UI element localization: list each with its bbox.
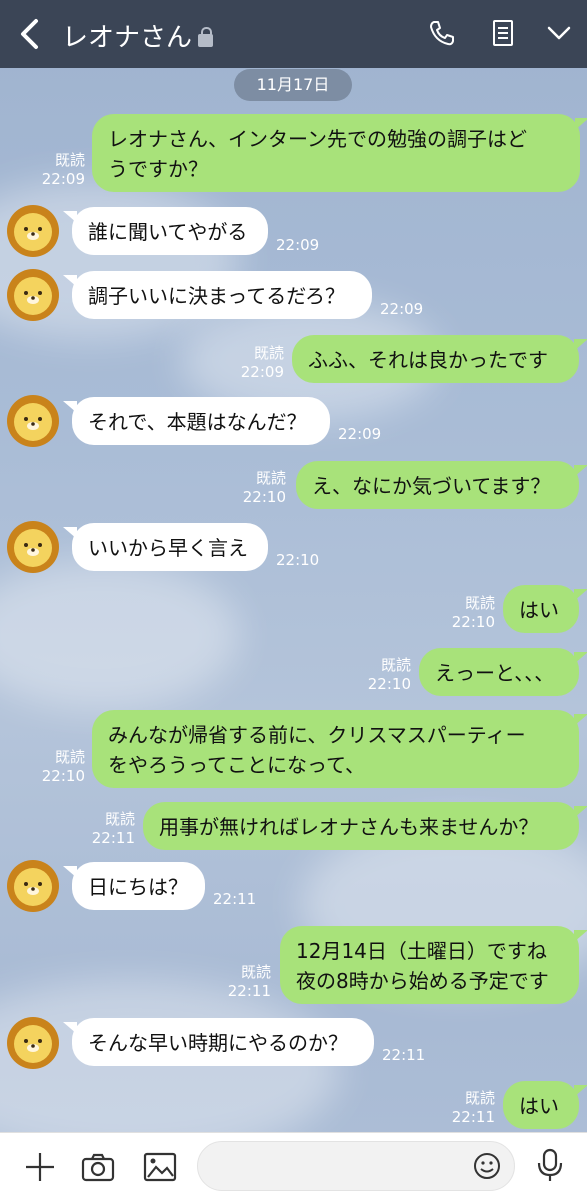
message-time: 22:10 (451, 613, 495, 631)
message-time: 22:11 (382, 1046, 426, 1064)
message-text-line: 12月14日（土曜日）ですね (296, 939, 547, 963)
lion-avatar-icon[interactable] (6, 204, 60, 258)
phone-icon[interactable] (427, 18, 457, 48)
message-bubble-received[interactable]: それで、本題はなんだ？ (63, 397, 330, 445)
chevron-left-icon[interactable] (14, 15, 48, 53)
message-bubble-sent[interactable]: レオナさん、インターン先での勉強の調子はど うですか？ (92, 114, 587, 192)
read-status: 既読 (464, 594, 495, 612)
read-status: 既読 (464, 1089, 495, 1107)
message-time: 22:10 (367, 675, 411, 693)
message-meta: 既読 22:11 (92, 810, 135, 848)
message-time: 22:10 (276, 551, 320, 569)
contact-name: レオナさん (62, 23, 193, 53)
message-bubble-received[interactable]: 日にちは？ (63, 862, 205, 910)
message-bubble-sent[interactable]: 12月14日（土曜日）ですね 夜の8時から始める予定です (280, 926, 587, 1004)
message-field[interactable] (197, 1141, 515, 1191)
message-time: 22:11 (227, 982, 271, 1000)
message-bubble-received[interactable]: 調子いいに決まってるだろ？ (63, 271, 372, 319)
plus-icon[interactable] (22, 1150, 58, 1184)
read-status: 既読 (54, 748, 85, 766)
image-icon[interactable] (142, 1150, 178, 1184)
message-text-line: をやろうってことになって、 (108, 753, 365, 777)
message-text-line: うですか？ (108, 157, 208, 181)
message-time: 22:11 (451, 1108, 495, 1126)
message-bubble-received[interactable]: 誰に聞いてやがる (63, 207, 268, 255)
message-meta: 既読 22:09 (42, 151, 85, 189)
read-status: 既読 (104, 810, 135, 828)
message-meta: 既読 22:10 (368, 656, 411, 694)
lock-icon (198, 27, 214, 47)
read-status: 既読 (255, 469, 286, 487)
lion-avatar-icon[interactable] (6, 394, 60, 448)
background-cloud (0, 560, 240, 710)
message-text-line: 夜の8時から始める予定です (296, 969, 549, 993)
chevron-down-icon[interactable] (544, 18, 574, 48)
message-bubble-sent[interactable]: はい (503, 585, 587, 633)
message-bubble-sent[interactable]: えっーと、、、 (419, 648, 587, 696)
camera-icon[interactable] (80, 1150, 116, 1184)
message-time: 22:10 (41, 767, 85, 785)
message-input[interactable] (214, 1152, 468, 1182)
message-time: 22:09 (380, 300, 424, 318)
emoji-icon[interactable] (472, 1151, 502, 1181)
message-time: 22:09 (41, 170, 85, 188)
chat-header: レオナさん (0, 0, 587, 68)
message-time: 22:09 (276, 236, 320, 254)
read-status: 既読 (240, 963, 271, 981)
message-time: 22:09 (338, 425, 382, 443)
message-bubble-sent[interactable]: ふふ、それは良かったです (292, 335, 587, 383)
read-status: 既読 (253, 344, 284, 362)
message-bubble-sent[interactable]: 用事が無ければレオナさんも来ませんか？ (143, 802, 587, 850)
message-bubble-received[interactable]: いいから早く言え (63, 523, 268, 571)
lion-avatar-icon[interactable] (6, 520, 60, 574)
message-text-line: レオナさん、インターン先での勉強の調子はど (108, 127, 527, 151)
message-meta: 既読 22:11 (228, 963, 271, 1001)
message-time: 22:11 (213, 890, 257, 908)
message-bubble-sent[interactable]: みんなが帰省する前に、クリスマスパーティー をやろうってことになって、 (92, 710, 587, 788)
message-bubble-received[interactable]: そんな早い時期にやるのか？ (63, 1018, 374, 1066)
message-meta: 既読 22:10 (243, 469, 286, 507)
message-time: 22:10 (242, 488, 286, 506)
message-meta: 既読 22:11 (452, 1089, 495, 1127)
message-meta: 既読 22:09 (241, 344, 284, 382)
message-bubble-sent[interactable]: え、なにか気づいてます？ (296, 461, 587, 509)
message-time: 22:11 (91, 829, 135, 847)
chat-screen: レオナさん 11月17日 レオナさん、インターン先での勉強の調子はど うですか？… (0, 0, 587, 1200)
message-time: 22:09 (240, 363, 284, 381)
message-bubble-sent[interactable]: はい (503, 1081, 587, 1129)
microphone-icon[interactable] (532, 1148, 568, 1182)
message-meta: 既読 22:10 (42, 748, 85, 786)
message-meta: 既読 22:10 (452, 594, 495, 632)
chat-title: レオナさん (62, 17, 214, 54)
read-status: 既読 (54, 151, 85, 169)
notes-icon[interactable] (488, 18, 518, 48)
date-separator: 11月17日 (234, 69, 352, 101)
message-text-line: みんなが帰省する前に、クリスマスパーティー (108, 723, 526, 747)
lion-avatar-icon[interactable] (6, 859, 60, 913)
lion-avatar-icon[interactable] (6, 268, 60, 322)
lion-avatar-icon[interactable] (6, 1016, 60, 1070)
read-status: 既読 (380, 656, 411, 674)
